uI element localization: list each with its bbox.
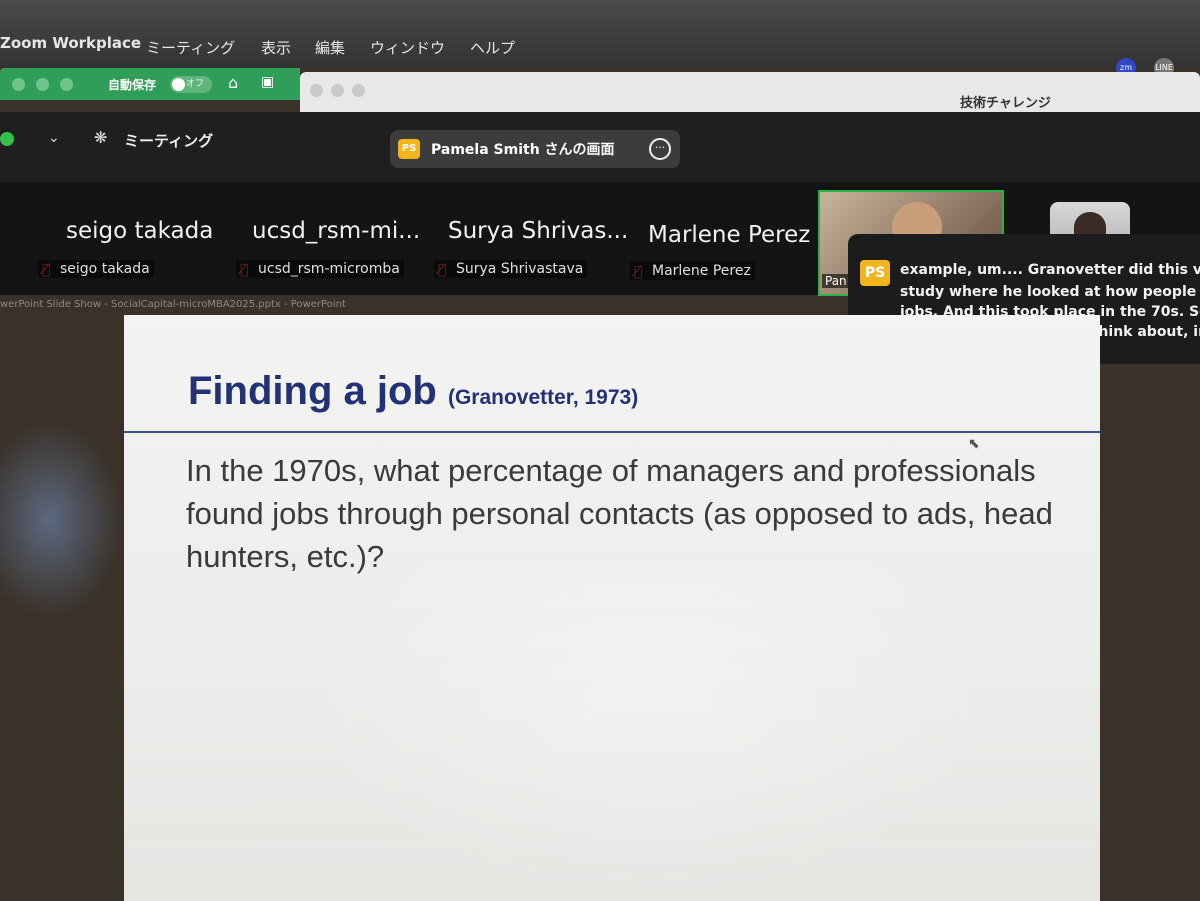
- menu-item-help[interactable]: ヘルプ: [470, 37, 515, 58]
- menu-item-view[interactable]: 表示: [261, 37, 291, 58]
- bg-minimize-button[interactable]: [331, 84, 344, 97]
- autosave-label: 自動保存: [108, 78, 157, 92]
- bg-zoom-button[interactable]: [352, 84, 365, 97]
- paw-icon: ❋: [94, 128, 108, 147]
- participant-tile[interactable]: Surya Shrivas... 🎙̸ Surya Shrivastava: [432, 182, 628, 287]
- meeting-label[interactable]: ミーティング: [124, 130, 213, 151]
- autosave-toggle[interactable]: オフ: [170, 76, 212, 93]
- participant-name: seigo takada: [38, 260, 154, 278]
- video-name-label: Pan: [822, 274, 850, 288]
- slide-title: Finding a job (Granovetter, 1973): [188, 369, 638, 414]
- sharer-avatar: PS: [398, 139, 420, 159]
- zoom-window-button[interactable]: [60, 78, 73, 91]
- screen-share-pill[interactable]: PS Pamela Smith さんの画面 ···: [390, 130, 680, 168]
- slideshow-window-title: werPoint Slide Show - SocialCapital-micr…: [0, 299, 346, 310]
- save-icon[interactable]: ▣: [261, 74, 274, 90]
- more-options-icon[interactable]: ···: [649, 138, 671, 160]
- participant-tile[interactable]: Marlene Perez 🎙̸ Marlene Perez: [628, 182, 811, 287]
- caption-speaker-avatar: PS: [860, 260, 890, 286]
- participant-name: ucsd_rsm-micromba: [236, 260, 404, 278]
- menu-app-name[interactable]: Zoom Workplace: [0, 34, 141, 52]
- participant-display-name: Surya Shrivas...: [448, 218, 629, 244]
- title-divider: [124, 431, 1100, 433]
- powerpoint-titlebar: 自動保存 オフ ⌂ ▣: [0, 68, 300, 100]
- slide-body-text: In the 1970s, what percentage of manager…: [186, 453, 1053, 574]
- menu-item-edit[interactable]: 編集: [315, 37, 345, 58]
- caption-line: example, um.... Granovetter did this ver…: [900, 262, 1200, 278]
- security-indicator-icon[interactable]: [0, 132, 14, 146]
- menu-item-window[interactable]: ウィンドウ: [370, 37, 445, 58]
- participant-tile[interactable]: ucsd_rsm-mi... 🎙̸ ucsd_rsm-micromba: [234, 182, 421, 287]
- participant-display-name: ucsd_rsm-mi...: [252, 218, 421, 244]
- chevron-down-icon[interactable]: ⌄: [48, 130, 60, 146]
- slide-title-text: Finding a job: [188, 369, 437, 413]
- menu-bar: Zoom Workplace ミーティング 表示 編集 ウィンドウ ヘルプ zm…: [0, 0, 1200, 78]
- home-icon[interactable]: ⌂: [228, 73, 238, 92]
- participant-tile[interactable]: seigo takada 🎙̸ seigo takada: [36, 182, 226, 287]
- close-window-button[interactable]: [12, 78, 25, 91]
- share-title: Pamela Smith さんの画面: [431, 142, 615, 158]
- caption-line: study where he looked at how people fou: [900, 284, 1200, 300]
- participant-display-name: seigo takada: [66, 218, 214, 244]
- menu-item-meeting[interactable]: ミーティング: [146, 37, 235, 58]
- zoom-meeting-bar: ⌄ ❋ ミーティング PS Pamela Smith さんの画面 ···: [0, 112, 1200, 182]
- slide-citation: (Granovetter, 1973): [447, 386, 639, 409]
- bg-close-button[interactable]: [310, 84, 323, 97]
- background-window: 技術チャレンジ: [300, 72, 1200, 112]
- screen-glare: [0, 420, 124, 620]
- participant-name: Surya Shrivastava: [434, 260, 588, 278]
- minimize-window-button[interactable]: [36, 78, 49, 91]
- participant-display-name: Marlene Perez: [648, 222, 811, 248]
- shared-slide: Finding a job (Granovetter, 1973) ⬉ In t…: [124, 315, 1100, 901]
- background-window-title: 技術チャレンジ: [960, 96, 1051, 111]
- participant-name: Marlene Perez: [630, 262, 755, 280]
